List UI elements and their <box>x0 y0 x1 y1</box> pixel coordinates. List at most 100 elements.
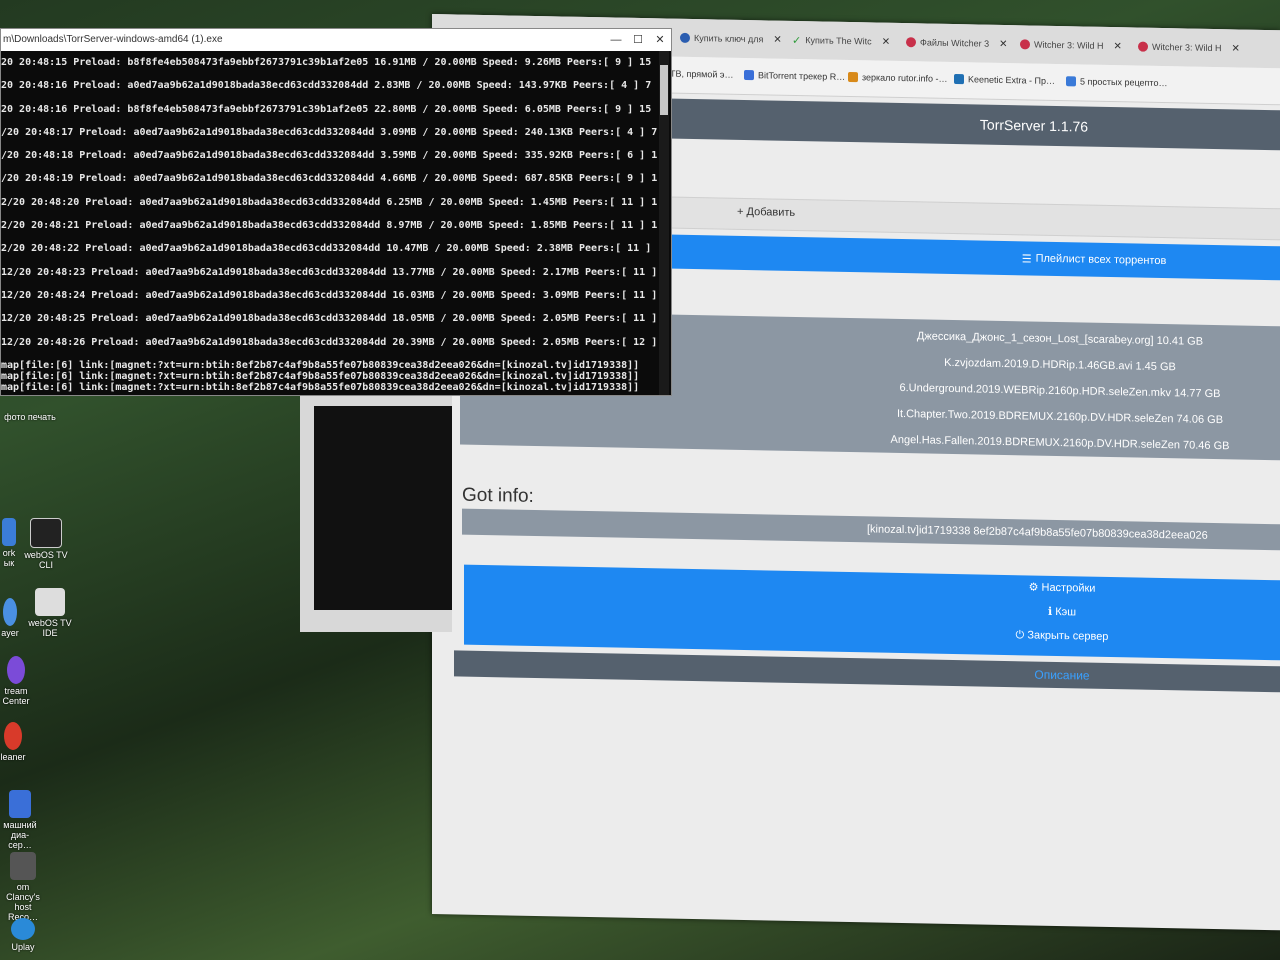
log-line: 2/20 20:48:22 Preload: a0ed7aa9b62a1d901… <box>1 243 657 255</box>
shutdown-label: Закрыть сервер <box>1027 629 1109 643</box>
bookmark-favicon-icon <box>848 71 858 83</box>
add-row <box>668 196 1280 241</box>
tab-label: Купить The Witc <box>805 35 872 47</box>
desktop-icon-label: leaner <box>0 752 26 762</box>
log-line: 12/20 20:48:23 Preload: a0ed7aa9b62a1d90… <box>1 266 657 278</box>
desktop-icon-player[interactable]: ayer <box>0 598 20 638</box>
background-window-content <box>314 406 452 610</box>
add-torrent-button[interactable]: + Добавить <box>737 206 795 219</box>
plus-icon: + <box>737 205 744 218</box>
terminal-icon <box>30 518 62 548</box>
console-scrollbar[interactable] <box>659 51 669 395</box>
desktop-icon-stream-center[interactable]: tream Center <box>0 656 32 706</box>
map-line: map[file:[6] link:[magnet:?xt=urn:btih:8… <box>1 381 640 393</box>
maximize-icon[interactable]: ☐ <box>627 29 649 51</box>
close-icon[interactable]: ✕ <box>773 34 781 45</box>
bookmark-label: ТВ, прямой э… <box>670 68 734 80</box>
got-info-value[interactable]: [kinozal.tv]id1719338 8ef2b87c4af9b8a55f… <box>462 508 1280 551</box>
desktop-icon-media-server[interactable]: машний диа-сер… <box>0 790 40 850</box>
log-line: /20 20:48:18 Preload: a0ed7aa9b62a1d9018… <box>1 150 657 162</box>
ide-icon <box>35 588 65 616</box>
desktop-icon-ghost-recon[interactable]: om Clancy's host Reco… <box>0 852 46 922</box>
bookmark-tv[interactable]: ТВ, прямой э… <box>670 69 733 80</box>
map-line: map[file:[6] link:[magnet:?xt=urn:btih:8… <box>1 359 640 371</box>
console-title: m\Downloads\TorrServer-windows-amd64 (1)… <box>3 34 223 45</box>
console-window: m\Downloads\TorrServer-windows-amd64 (1)… <box>0 28 672 396</box>
tab-label: Купить ключ для <box>694 33 764 45</box>
log-line: /20 20:48:19 Preload: a0ed7aa9b62a1d9018… <box>1 173 657 185</box>
bookmark-label: BitTorrent трекер R… <box>758 70 846 82</box>
description-link[interactable]: Описание <box>1034 668 1089 683</box>
background-window[interactable] <box>300 396 452 632</box>
close-icon[interactable]: ✕ <box>1232 43 1240 54</box>
bookmark-rutor[interactable]: зеркало rutor.info -… <box>848 71 948 84</box>
server-menu: ⚙ Настройки ℹ Кэш ⏻ Закрыть сервер <box>464 564 1280 661</box>
tab-witcher-files[interactable]: Файлы Witcher 3 ✕ <box>906 31 1008 55</box>
tab-buy-witcher[interactable]: ✓ Купить The Witc ✕ <box>792 29 890 53</box>
gear-icon: ⚙ <box>1028 581 1039 594</box>
tab-label: Witcher 3: Wild H <box>1034 39 1104 51</box>
console-output: 20 20:48:15 Preload: b8f8fe4eb508473fa9e… <box>1 51 657 395</box>
desktop-icon-label: webOS TV CLI <box>24 550 68 570</box>
bookmark-favicon-icon <box>1066 76 1076 87</box>
desktop-icon-label: webOS TV IDE <box>28 618 72 638</box>
scrollbar-thumb[interactable] <box>660 65 668 115</box>
desktop-icon-photo-print[interactable]: фото печать <box>0 412 60 422</box>
bookmark-bittorrent[interactable]: BitTorrent трекер R… <box>744 69 846 82</box>
close-icon[interactable]: ✕ <box>649 29 671 51</box>
tab-buy-key[interactable]: Купить ключ для ✕ <box>680 27 782 51</box>
folder-icon <box>2 518 16 546</box>
got-info-heading: Got info: <box>462 484 534 507</box>
bookmark-label: зеркало rutor.info -… <box>862 72 948 84</box>
tab-witcher-wild-hunt-2[interactable]: Witcher 3: Wild H ✕ <box>1138 36 1240 60</box>
log-line: 12/20 20:48:26 Preload: a0ed7aa9b62a1d90… <box>1 336 657 348</box>
tab-label: Witcher 3: Wild H <box>1152 41 1222 54</box>
uplay-icon <box>11 918 35 940</box>
list-icon: ☰ <box>1021 252 1032 266</box>
playlist-label: Плейлист всех торрентов <box>1035 252 1167 268</box>
tab-label: Файлы Witcher 3 <box>920 37 990 49</box>
close-icon[interactable]: ✕ <box>999 38 1007 49</box>
log-line: 12/20 20:48:24 Preload: a0ed7aa9b62a1d90… <box>1 289 657 301</box>
desktop-icon-label: ayer <box>1 628 19 638</box>
desktop-icon-label: машний диа-сер… <box>3 820 37 850</box>
bookmark-label: Keenetic Extra - Пр… <box>968 74 1056 86</box>
stream-center-icon <box>7 656 25 684</box>
log-line: 20 20:48:16 Preload: b8f8fe4eb508473fa9e… <box>1 103 657 115</box>
media-server-icon <box>9 790 31 818</box>
ccleaner-icon <box>4 722 22 750</box>
log-line: 20 20:48:16 Preload: a0ed7aa9b62a1d9018b… <box>1 80 657 92</box>
tab-favicon-icon <box>1138 41 1148 52</box>
settings-label: Настройки <box>1041 581 1096 595</box>
log-line: 2/20 20:48:21 Preload: a0ed7aa9b62a1d901… <box>1 220 657 232</box>
desktop-icon-label: фото печать <box>4 412 56 422</box>
tab-favicon-icon <box>680 32 690 43</box>
desktop-icon-ccleaner[interactable]: leaner <box>0 722 26 762</box>
desktop-icon-label: Uplay <box>11 942 35 952</box>
tab-witcher-wild-hunt-1[interactable]: Witcher 3: Wild H ✕ <box>1020 33 1122 57</box>
desktop-icon-label: om Clancy's host Reco… <box>6 882 40 922</box>
bookmark-recipes[interactable]: 5 простых рецепто… <box>1066 76 1167 88</box>
bookmark-favicon-icon <box>744 69 754 81</box>
map-line: map[file:[6] link:[magnet:?xt=urn:btih:8… <box>1 370 640 382</box>
desktop-icon-webos-ide[interactable]: webOS TV IDE <box>20 588 80 638</box>
desktop-icon-label: ork ык <box>2 548 16 568</box>
playlist-all-button[interactable]: ☰ Плейлист всех торрентов <box>668 234 1280 281</box>
game-icon <box>10 852 36 880</box>
bookmark-keenetic[interactable]: Keenetic Extra - Пр… <box>954 74 1055 86</box>
log-line: 12/20 20:48:25 Preload: a0ed7aa9b62a1d90… <box>1 313 657 325</box>
desktop-icon-uplay[interactable]: Uplay <box>0 918 46 952</box>
close-icon[interactable]: ✕ <box>882 36 890 47</box>
console-titlebar: m\Downloads\TorrServer-windows-amd64 (1)… <box>1 29 671 51</box>
check-icon: ✓ <box>792 34 802 47</box>
tab-favicon-icon <box>906 37 916 48</box>
desktop-icon-label: tream Center <box>2 686 30 706</box>
close-icon[interactable]: ✕ <box>1114 41 1122 52</box>
log-line: 20 20:48:15 Preload: b8f8fe4eb508473fa9e… <box>1 57 657 68</box>
minimize-icon[interactable]: — <box>605 29 627 51</box>
tab-favicon-icon <box>1020 39 1030 50</box>
log-line: 2/20 20:48:20 Preload: a0ed7aa9b62a1d901… <box>1 196 657 208</box>
player-icon <box>3 598 17 626</box>
bookmark-label: 5 простых рецепто… <box>1080 76 1168 89</box>
desktop-icon-webos-cli[interactable]: webOS TV CLI <box>16 518 76 570</box>
